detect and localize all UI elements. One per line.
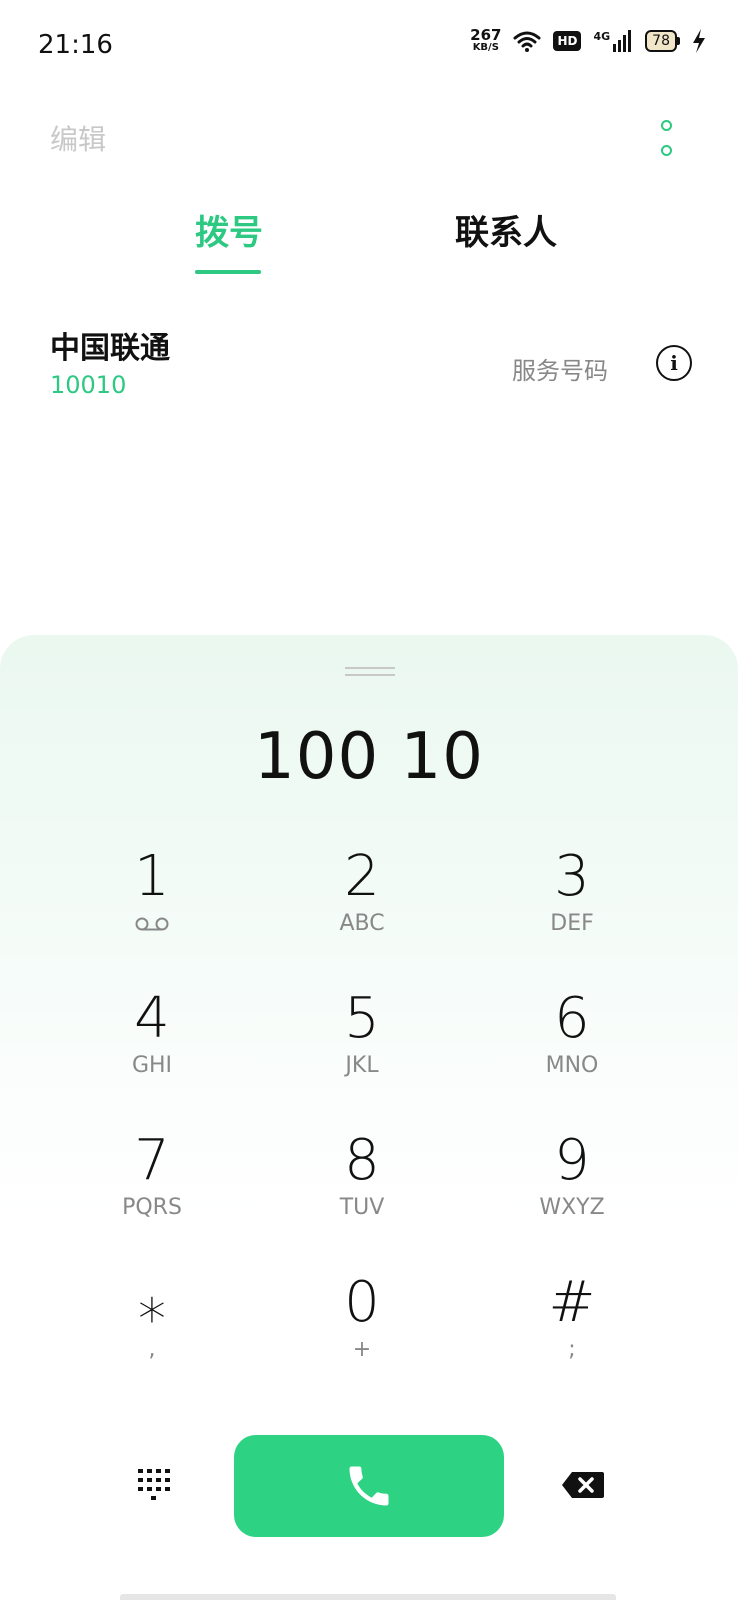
- dial-key-letters: WXYZ: [539, 1195, 605, 1220]
- drag-handle[interactable]: [345, 667, 395, 677]
- dialpad-icon[interactable]: [136, 1467, 176, 1501]
- dial-key-letters: ABC: [339, 911, 385, 936]
- battery-level: 78: [645, 29, 677, 52]
- suggestion-number: 10010: [50, 371, 127, 399]
- dial-key-digit: 6: [554, 986, 590, 1051]
- wifi-icon: [513, 31, 541, 52]
- dial-key-4[interactable]: 4 GHI: [72, 987, 232, 1107]
- dial-key-letters: MNO: [545, 1053, 599, 1078]
- dial-key-digit: 5: [344, 986, 380, 1051]
- network-speed: 267 KB/S: [470, 28, 501, 53]
- network-type-label: 4G: [593, 29, 611, 43]
- phone-icon: [349, 1466, 389, 1506]
- dial-key-7[interactable]: 7 PQRS: [72, 1129, 232, 1249]
- dial-key-digit: 7: [134, 1128, 170, 1193]
- dial-key-11[interactable]: 0 +: [282, 1271, 442, 1391]
- dial-key-digit: 1: [134, 844, 170, 909]
- voicemail-icon: [135, 917, 169, 931]
- dial-key-2[interactable]: 2 ABC: [282, 845, 442, 965]
- dial-key-digit: 8: [344, 1128, 380, 1193]
- battery-icon: 78: [645, 29, 680, 52]
- gesture-navigation-bar[interactable]: [120, 1594, 616, 1600]
- dial-key-letters: ,: [148, 1337, 156, 1362]
- backspace-icon[interactable]: [560, 1470, 606, 1500]
- more-options-icon[interactable]: [654, 120, 678, 156]
- network-speed-unit: KB/S: [472, 42, 499, 53]
- cellular-signal-icon: 4G: [593, 29, 633, 52]
- edit-button[interactable]: 编辑: [50, 118, 106, 158]
- dial-key-5[interactable]: 5 JKL: [282, 987, 442, 1107]
- dial-key-10[interactable]: ⁎,: [72, 1271, 232, 1391]
- dial-key-digit: 9: [554, 1128, 590, 1193]
- dial-key-8[interactable]: 8 TUV: [282, 1129, 442, 1249]
- dial-key-letters: ;: [568, 1337, 576, 1362]
- status-bar: 21:16 267 KB/S HD 4G 78: [0, 0, 738, 90]
- signal-bars-icon: [613, 29, 632, 52]
- dial-key-letters: GHI: [131, 1053, 173, 1078]
- dial-key-digit: ⁎: [138, 1270, 166, 1335]
- tab-active-indicator: [195, 270, 261, 274]
- contact-suggestion-row[interactable]: 中国联通 10010 服务号码 i: [0, 315, 738, 415]
- dial-key-digit: #: [548, 1270, 596, 1335]
- tab-contacts[interactable]: 联系人: [455, 205, 557, 254]
- dial-key-letters: TUV: [339, 1195, 385, 1220]
- dial-key-9[interactable]: 9 WXYZ: [492, 1129, 652, 1249]
- charging-icon: [693, 28, 705, 53]
- dial-key-letters: JKL: [345, 1053, 379, 1078]
- status-icons: 267 KB/S HD 4G 78: [470, 28, 706, 53]
- dial-key-letters: PQRS: [122, 1195, 182, 1220]
- dial-key-digit: 0: [344, 1270, 380, 1335]
- call-button[interactable]: [234, 1435, 504, 1537]
- dialed-number: 100 10: [254, 720, 484, 794]
- battery-tip: [677, 36, 680, 45]
- dial-key-letters: +: [352, 1337, 372, 1362]
- dial-key-12[interactable]: #;: [492, 1271, 652, 1391]
- more-dot-top: [660, 120, 672, 131]
- dial-key-6[interactable]: 6 MNO: [492, 987, 652, 1107]
- dial-key-3[interactable]: 3 DEF: [492, 845, 652, 965]
- suggestion-name: 中国联通: [50, 331, 170, 366]
- dial-key-digit: 4: [134, 986, 170, 1051]
- suggestion-tag: 服务号码: [512, 357, 608, 385]
- info-icon[interactable]: i: [656, 345, 692, 381]
- hd-badge: HD: [553, 30, 582, 51]
- dial-key-digit: 3: [554, 844, 590, 909]
- dial-key-letters: DEF: [550, 911, 594, 936]
- status-time: 21:16: [38, 30, 113, 60]
- dialpad-panel: 100 10 1 2 ABC 3 DEF 4 GHI 5 JKL 6 MNO 7 PQRS 8 TUV 9 WX…: [0, 635, 738, 1600]
- more-dot-bottom: [660, 145, 672, 156]
- tab-dial[interactable]: 拨号: [195, 205, 263, 254]
- dial-key-1[interactable]: 1: [72, 845, 232, 965]
- network-speed-value: 267: [470, 26, 502, 44]
- dial-key-digit: 2: [344, 844, 380, 909]
